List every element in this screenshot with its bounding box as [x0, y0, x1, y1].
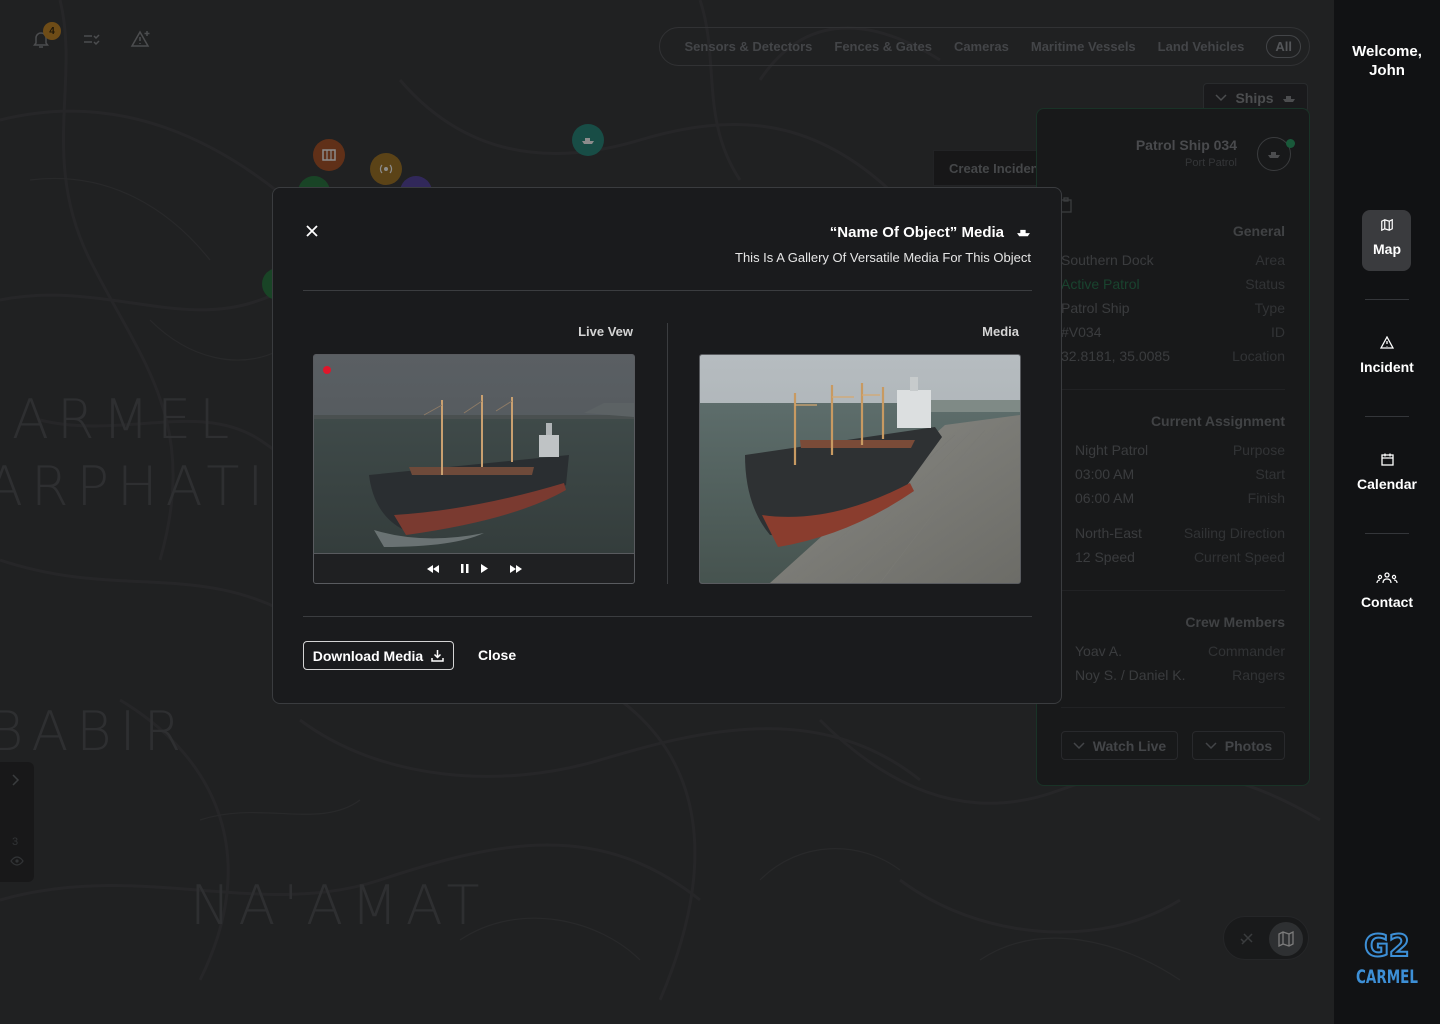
nav-item-map[interactable]: Map [1362, 218, 1412, 257]
sidebar: Welcome, John Map Incident Calendar Cont… [1334, 0, 1440, 1024]
pause-icon [460, 563, 468, 573]
fast-forward-icon [509, 564, 522, 573]
play-pause-controls [460, 560, 488, 578]
play-button[interactable] [480, 560, 488, 578]
live-video-player[interactable] [313, 354, 635, 584]
media-gallery-modal: “Name Of Object” Media This Is A Gallery… [272, 187, 1062, 704]
pause-button[interactable] [460, 560, 469, 578]
live-view-label: Live Vew [578, 324, 633, 339]
download-media-button[interactable]: Download Media [303, 641, 454, 670]
recording-indicator [323, 366, 331, 374]
modal-subtitle: This Is A Gallery Of Versatile Media For… [735, 250, 1031, 265]
welcome-text: Welcome, John [1334, 42, 1440, 80]
modal-divider [303, 616, 1032, 617]
welcome-user: John [1369, 62, 1405, 79]
media-image[interactable] [699, 354, 1021, 584]
nav-item-calendar[interactable]: Calendar [1347, 453, 1427, 492]
close-button[interactable]: Close [478, 647, 516, 663]
nav-label: Incident [1360, 359, 1414, 375]
logo-mark: G2 [1364, 929, 1410, 964]
modal-divider [303, 290, 1032, 291]
fast-forward-button[interactable] [509, 564, 522, 573]
nav-divider [1365, 299, 1409, 300]
ship-icon [1017, 229, 1030, 237]
rewind-button[interactable] [426, 564, 439, 573]
nav-item-contact[interactable]: Contact [1350, 571, 1424, 610]
media-label: Media [982, 324, 1019, 339]
map-icon [1381, 218, 1393, 232]
people-icon [1376, 572, 1398, 584]
alert-icon [1379, 335, 1395, 349]
nav-label: Map [1373, 241, 1401, 257]
download-media-label: Download Media [312, 647, 424, 664]
nav-divider [1365, 533, 1409, 534]
ship-docked-photo [700, 355, 1020, 583]
nav-divider [1365, 416, 1409, 417]
video-controls [314, 553, 634, 583]
nav-item-incident[interactable]: Incident [1350, 335, 1424, 375]
calendar-icon [1380, 453, 1394, 466]
logo-wordmark: CARMEL [1356, 966, 1418, 988]
nav-label: Contact [1360, 594, 1414, 610]
column-divider [667, 323, 668, 584]
download-icon [431, 650, 444, 662]
play-icon [480, 563, 488, 573]
rewind-icon [426, 564, 439, 573]
nav-label: Calendar [1357, 476, 1417, 492]
live-video-frame [314, 355, 634, 553]
modal-title: “Name Of Object” Media [829, 224, 1004, 241]
g2-carmel-logo: G2 CARMEL [1354, 928, 1420, 993]
welcome-line: Welcome, [1352, 43, 1422, 60]
close-icon[interactable] [303, 222, 321, 240]
